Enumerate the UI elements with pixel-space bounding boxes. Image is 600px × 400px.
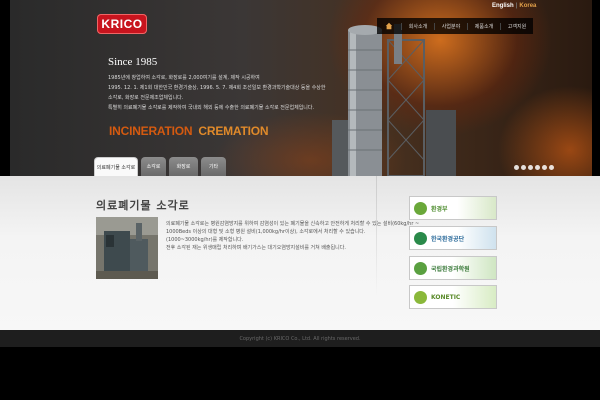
banner-ministry-of-environment[interactable]: 환경부 xyxy=(409,196,497,220)
slide-dot[interactable] xyxy=(514,165,519,170)
slide-dot[interactable] xyxy=(535,165,540,170)
banner-nier[interactable]: 국립환경과학원 xyxy=(409,256,497,280)
krico-logo[interactable]: KRICO xyxy=(97,14,147,34)
lang-korea-link[interactable]: Korea xyxy=(519,3,536,9)
lang-separator: | xyxy=(515,3,518,9)
section-title: 의료폐기물 소각로 xyxy=(96,199,190,212)
slide-dot[interactable] xyxy=(528,165,533,170)
nav-item-business[interactable]: 사업분야 xyxy=(434,22,467,30)
intro-line-2: 1995. 12. 1. 제1회 대한민국 환경기술상, 1996. 5. 7.… xyxy=(108,85,326,91)
konetic-logo-icon xyxy=(414,290,427,304)
tab-crematorium[interactable]: 화장로 xyxy=(169,157,198,176)
tab-medical-incinerator[interactable]: 의료폐기물 소각로 xyxy=(94,157,138,176)
main-content xyxy=(0,176,600,330)
slide-dot[interactable] xyxy=(542,165,547,170)
slogan-cremation: CREMATION xyxy=(198,124,269,138)
slide-dot[interactable] xyxy=(521,165,526,170)
hero-slogan: INCINERATION CREMATION xyxy=(109,124,269,138)
slide-dot[interactable] xyxy=(549,165,554,170)
intro-line-3: 소각로, 화장로 전문제조업체입니다. xyxy=(108,95,184,101)
section-desc-line-3: (1000~3000kg/hr)를 제작합니다. xyxy=(166,237,244,243)
section-desc-line-2: 1000Beds 이상의 대형 및 소형 병원 설비(1,000kg/hr이상)… xyxy=(166,229,366,235)
me-logo-icon xyxy=(414,201,427,215)
banner-konetic[interactable]: KONETIC xyxy=(409,285,497,309)
section-desc-line-4: 전후 소각된 재는 위생매립 처리하며 배기가스는 대기오염방지설비를 거쳐 배… xyxy=(166,245,346,251)
banner-label: KONETIC xyxy=(431,293,461,301)
nav-item-company[interactable]: 회사소개 xyxy=(401,22,434,30)
intro-line-4: 특별히 의료폐기물 소각로를 제작하여 국내외 해외 등에 수출한 의료폐기물 … xyxy=(108,105,315,111)
hero-banner: KRICO English | Korea 회사소개 사업분야 제품소개 고객지원 … xyxy=(10,0,592,176)
nier-logo-icon xyxy=(414,261,427,275)
home-icon xyxy=(385,22,393,30)
top-navigation: 회사소개 사업분야 제품소개 고객지원 xyxy=(377,18,533,34)
footer-bar: Copyright (c) KRICO Co., Ltd. All rights… xyxy=(0,330,600,347)
lang-english-link[interactable]: English xyxy=(492,3,514,9)
column-divider xyxy=(376,176,377,296)
section-desc-line-1: 의료폐기물 소각로는 병원감염방지를 위하여 감염성이 있는 폐기물을 신속하고… xyxy=(166,221,420,227)
tab-other[interactable]: 기타 xyxy=(201,157,226,176)
banner-label: 환경부 xyxy=(431,205,448,213)
slogan-incineration: INCINERATION xyxy=(109,124,193,138)
nav-item-support[interactable]: 고객지원 xyxy=(500,22,533,30)
language-switcher: English | Korea xyxy=(492,3,536,9)
intro-line-1: 1985년에 창업하여 소각로, 화장로를 2,000여기를 설계, 제작 시공… xyxy=(108,75,260,81)
since-heading: Since 1985 xyxy=(108,56,158,68)
banner-korea-env-corp[interactable]: 한국환경공단 xyxy=(409,226,497,250)
product-tabs: 의료폐기물 소각로 소각로 화장로 기타 xyxy=(94,157,226,176)
copyright-text: Copyright (c) KRICO Co., Ltd. All rights… xyxy=(239,335,361,342)
home-button[interactable] xyxy=(377,22,401,30)
banner-label: 국립환경과학원 xyxy=(431,265,470,273)
keco-logo-icon xyxy=(414,231,427,245)
nav-item-products[interactable]: 제품소개 xyxy=(467,22,500,30)
medical-incinerator-photo xyxy=(96,217,158,279)
slideshow-pager xyxy=(514,165,554,170)
tab-incinerator[interactable]: 소각로 xyxy=(141,157,166,176)
banner-label: 한국환경공단 xyxy=(431,235,465,243)
